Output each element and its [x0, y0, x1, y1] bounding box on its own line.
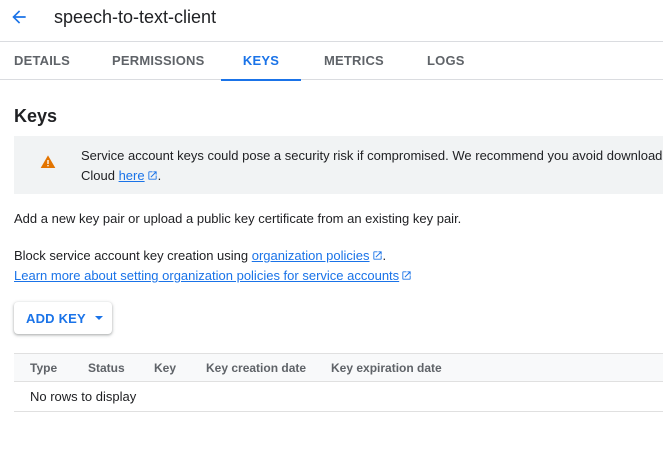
- external-link-icon: [372, 251, 382, 260]
- add-key-label: ADD KEY: [26, 310, 86, 326]
- column-key[interactable]: Key: [154, 354, 176, 382]
- warning-banner: Service account keys could pose a securi…: [14, 136, 663, 194]
- column-status[interactable]: Status: [88, 354, 125, 382]
- external-link-icon: [147, 171, 157, 180]
- page-title: speech-to-text-client: [54, 7, 217, 27]
- table-body: No rows to display: [14, 382, 663, 412]
- tab-keys[interactable]: KEYS: [221, 42, 301, 81]
- column-type[interactable]: Type: [30, 354, 57, 382]
- warning-line-1: Service account keys could pose a securi…: [81, 148, 663, 163]
- policy-line-2: Learn more about setting organization po…: [14, 266, 412, 286]
- policy-line-1: Block service account key creation using…: [14, 246, 412, 266]
- intro-text: Add a new key pair or upload a public ke…: [14, 211, 462, 226]
- policy-text: Block service account key creation using…: [14, 246, 412, 286]
- external-link-icon: [402, 271, 411, 280]
- column-key-creation-date[interactable]: Key creation date: [206, 354, 306, 382]
- tab-metrics[interactable]: METRICS: [324, 42, 384, 80]
- add-key-button[interactable]: ADD KEY: [14, 302, 112, 334]
- policy-prefix: Block service account key creation using: [14, 248, 252, 263]
- page-header: speech-to-text-client: [0, 0, 663, 42]
- here-link[interactable]: here: [119, 168, 145, 183]
- warning-text: Service account keys could pose a securi…: [81, 146, 662, 186]
- organization-policies-link[interactable]: organization policies: [252, 248, 370, 263]
- keys-table: Type Status Key Key creation date Key ex…: [14, 353, 663, 412]
- tab-details[interactable]: DETAILS: [14, 42, 70, 80]
- warning-line-2-prefix: Cloud: [81, 168, 119, 183]
- table-header: Type Status Key Key creation date Key ex…: [14, 353, 663, 382]
- section-title: Keys: [14, 106, 58, 126]
- back-button[interactable]: [8, 6, 30, 28]
- column-key-expiration-date[interactable]: Key expiration date: [331, 354, 442, 382]
- arrow-back-icon: [12, 10, 26, 24]
- tab-permissions[interactable]: PERMISSIONS: [112, 42, 204, 80]
- warning-triangle-icon: [40, 155, 56, 168]
- empty-table-message: No rows to display: [30, 389, 137, 404]
- caret-down-icon: [94, 316, 103, 320]
- tab-bar: DETAILS PERMISSIONS KEYS METRICS LOGS: [0, 42, 663, 81]
- policy-suffix: .: [382, 248, 387, 263]
- tab-logs[interactable]: LOGS: [427, 42, 464, 80]
- warning-line-2: Cloud here.: [81, 166, 662, 186]
- warning-line-2-suffix: .: [157, 168, 162, 183]
- learn-more-link[interactable]: Learn more about setting organization po…: [14, 268, 399, 283]
